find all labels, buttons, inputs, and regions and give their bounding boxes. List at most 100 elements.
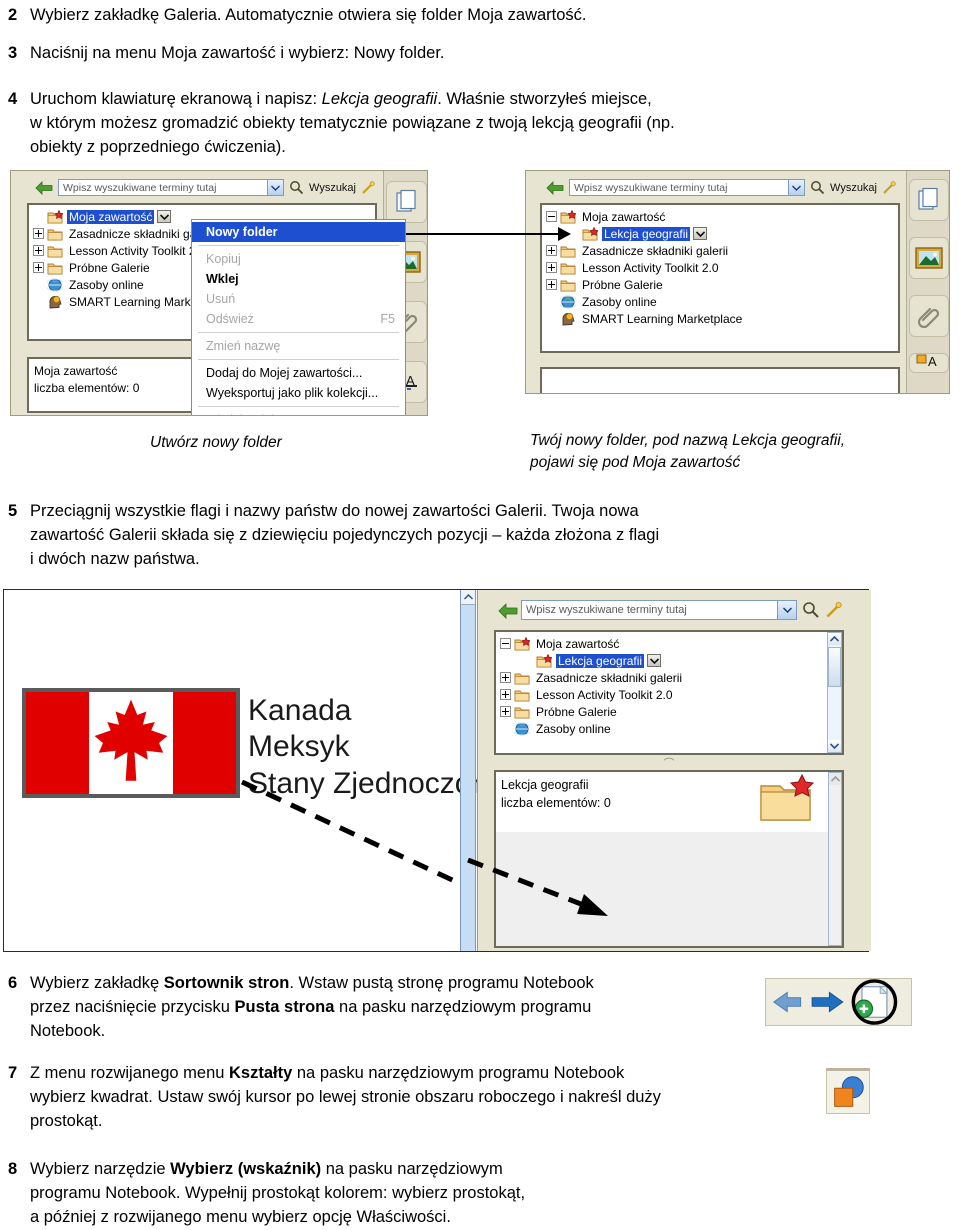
search-input-right[interactable]: Wpisz wyszukiwane terminy tutaj xyxy=(569,179,806,196)
tree-node[interactable]: Moja zawartość xyxy=(546,208,898,225)
expand-icon[interactable] xyxy=(33,262,44,273)
step-6-t1: Wybierz zakładkę xyxy=(30,974,164,992)
canvas-vertical-scrollbar[interactable] xyxy=(460,590,476,951)
menu-separator-4 xyxy=(198,406,399,407)
tree-node[interactable]: Zasoby online xyxy=(546,293,898,310)
tree-node[interactable]: Lesson Activity Toolkit 2.0 xyxy=(500,686,826,703)
details-scroll-up-arrow[interactable] xyxy=(829,773,841,785)
tree-node[interactable]: Lekcja geografii xyxy=(568,225,898,242)
menu-item-nowy-folder[interactable]: Nowy folder xyxy=(192,222,405,242)
magic-wand-icon-bottom[interactable] xyxy=(825,601,843,619)
expand-icon[interactable] xyxy=(33,245,44,256)
picture-icon-right[interactable] xyxy=(909,237,949,279)
figure-toolbar-add-page xyxy=(765,978,912,1026)
tree-node[interactable]: Zasadnicze składniki galerii xyxy=(546,242,898,259)
folder-star-icon xyxy=(536,653,553,668)
details-scrollbar-bottom[interactable] xyxy=(828,772,842,946)
search-button-label-right[interactable]: Wyszukaj xyxy=(830,182,877,194)
menu-item-wklej[interactable]: Wklej xyxy=(192,269,405,289)
gallery-search-bar-bottom[interactable]: Wpisz wyszukiwane terminy tutaj xyxy=(498,600,843,620)
expand-icon[interactable] xyxy=(546,245,557,256)
notebook-work-area[interactable]: Kanada Meksyk Stany Zjednoczone xyxy=(4,590,505,951)
globe-icon xyxy=(558,295,578,309)
gallery-tool-strip-right[interactable]: A xyxy=(906,171,949,393)
search-button-label-left[interactable]: Wyszukaj xyxy=(309,182,356,194)
gallery-tree-bottom[interactable]: Moja zawartość Lekcja geografii Zasadnicze… xyxy=(494,630,844,755)
folder-star-thumbnail[interactable] xyxy=(758,773,815,824)
text-background-icon-right[interactable]: A xyxy=(909,353,949,373)
step-7-line-1: Z menu rozwijanego menu Kształty na pask… xyxy=(30,1062,823,1086)
gallery-context-menu[interactable]: Nowy folder Kopiuj Wklej Usuń Odśwież F5… xyxy=(191,219,406,415)
magic-wand-icon-left[interactable] xyxy=(361,180,375,195)
collapse-icon[interactable] xyxy=(546,211,557,222)
caption-right-line-2: pojawi się pod Moja zawartość xyxy=(530,454,741,472)
search-dropdown-button-left[interactable] xyxy=(267,180,284,195)
tree-node-label: Lekcja geografii xyxy=(602,226,691,241)
magic-wand-icon-right[interactable] xyxy=(882,180,896,195)
expand-icon[interactable] xyxy=(500,672,511,683)
expand-icon[interactable] xyxy=(546,262,557,273)
tree-node[interactable]: Próbne Galerie xyxy=(500,703,826,720)
folder-icon xyxy=(560,278,576,292)
chevron-down-icon[interactable] xyxy=(157,210,172,223)
scroll-up-arrow-canvas[interactable] xyxy=(461,590,475,605)
search-icon-bottom[interactable] xyxy=(802,601,820,619)
back-arrow-icon-right[interactable] xyxy=(546,180,564,195)
pages-icon-right[interactable] xyxy=(909,179,949,221)
search-dropdown-button-bottom[interactable] xyxy=(777,601,796,619)
search-input-left[interactable]: Wpisz wyszukiwane terminy tutaj xyxy=(58,179,285,196)
pages-icon[interactable] xyxy=(386,181,427,223)
step-2: 2 Wybierz zakładkę Galeria. Automatyczni… xyxy=(8,4,938,28)
tree-node[interactable]: Lekcja geografii xyxy=(522,652,826,669)
menu-item-wyeksportuj-jako-plik-kolekcji[interactable]: Wyeksportuj jako plik kolekcji... xyxy=(192,383,405,403)
search-icon-left[interactable] xyxy=(289,180,304,195)
gallery-search-bar-left[interactable]: Wpisz wyszukiwane terminy tutaj Wyszukaj xyxy=(35,179,375,196)
tree-node[interactable]: Zasoby online xyxy=(500,720,826,737)
tree-node[interactable]: Lesson Activity Toolkit 2.0 xyxy=(546,259,898,276)
expand-icon[interactable] xyxy=(500,689,511,700)
tree-node[interactable]: Zasadnicze składniki galerii xyxy=(500,669,826,686)
country-label-kanada[interactable]: Kanada xyxy=(248,694,351,728)
menu-item-dodaj-do-mojej-zawartosci[interactable]: Dodaj do Mojej zawartości... xyxy=(192,363,405,383)
tree-node[interactable]: Moja zawartość xyxy=(500,635,826,652)
figure-shapes-tool xyxy=(826,1068,870,1114)
tree-node-label: Zasoby online xyxy=(536,721,611,736)
search-icon-right[interactable] xyxy=(810,180,825,195)
expand-icon[interactable] xyxy=(546,279,557,290)
tree-node[interactable]: SMART Learning Marketplace xyxy=(546,310,898,327)
paperclip-icon-right[interactable] xyxy=(909,295,949,337)
flag-right-band xyxy=(173,692,236,794)
tree-node[interactable]: Próbne Galerie xyxy=(546,276,898,293)
tree-scrollbar-bottom[interactable] xyxy=(827,632,842,753)
chevron-down-icon[interactable] xyxy=(693,227,708,240)
panel-splitter[interactable]: ⌒ xyxy=(494,758,844,770)
country-label-meksyk[interactable]: Meksyk xyxy=(248,730,350,764)
back-arrow-icon[interactable] xyxy=(35,180,53,195)
canada-flag[interactable] xyxy=(22,688,240,798)
step-7-line-2: wybierz kwadrat. Ustaw swój kursor po le… xyxy=(30,1087,661,1106)
step-8-text: Wybierz narzędzie Wybierz (wskaźnik) na … xyxy=(30,1158,708,1230)
step-8-bold-wybierz-wskaznik: Wybierz (wskaźnik) xyxy=(170,1160,322,1178)
gallery-search-bar-right[interactable]: Wpisz wyszukiwane terminy tutaj Wyszukaj xyxy=(546,179,896,196)
search-input-bottom[interactable]: Wpisz wyszukiwane terminy tutaj xyxy=(521,600,797,620)
tree-node-label: Moja zawartość xyxy=(67,209,155,224)
expand-icon[interactable] xyxy=(500,706,511,717)
search-dropdown-button-right[interactable] xyxy=(788,180,805,195)
chevron-down-icon[interactable] xyxy=(647,654,662,667)
step-3-text: Naciśnij na menu Moja zawartość i wybier… xyxy=(30,44,445,62)
tree-scroll-up-arrow[interactable] xyxy=(828,633,841,645)
folder-icon xyxy=(560,261,576,275)
tree-scroll-down-arrow[interactable] xyxy=(828,740,841,752)
tree-node-label: Lekcja geografii xyxy=(556,653,645,668)
expand-icon[interactable] xyxy=(33,228,44,239)
menu-separator-1 xyxy=(198,245,399,246)
back-arrow-icon-bottom[interactable] xyxy=(498,603,518,619)
gallery-tree-right[interactable]: Moja zawartość Lekcja geografii Zasadnicze… xyxy=(540,203,900,353)
svg-text:A: A xyxy=(928,354,937,369)
tree-node-label: Zasoby online xyxy=(582,294,657,309)
tree-scroll-thumb[interactable] xyxy=(828,647,841,687)
step-7: 7 Z menu rozwijanego menu Kształty na pa… xyxy=(8,1062,823,1134)
step-5-line-1: Przeciągnij wszystkie flagi i nazwy pańs… xyxy=(30,502,639,520)
collapse-icon[interactable] xyxy=(500,638,511,649)
